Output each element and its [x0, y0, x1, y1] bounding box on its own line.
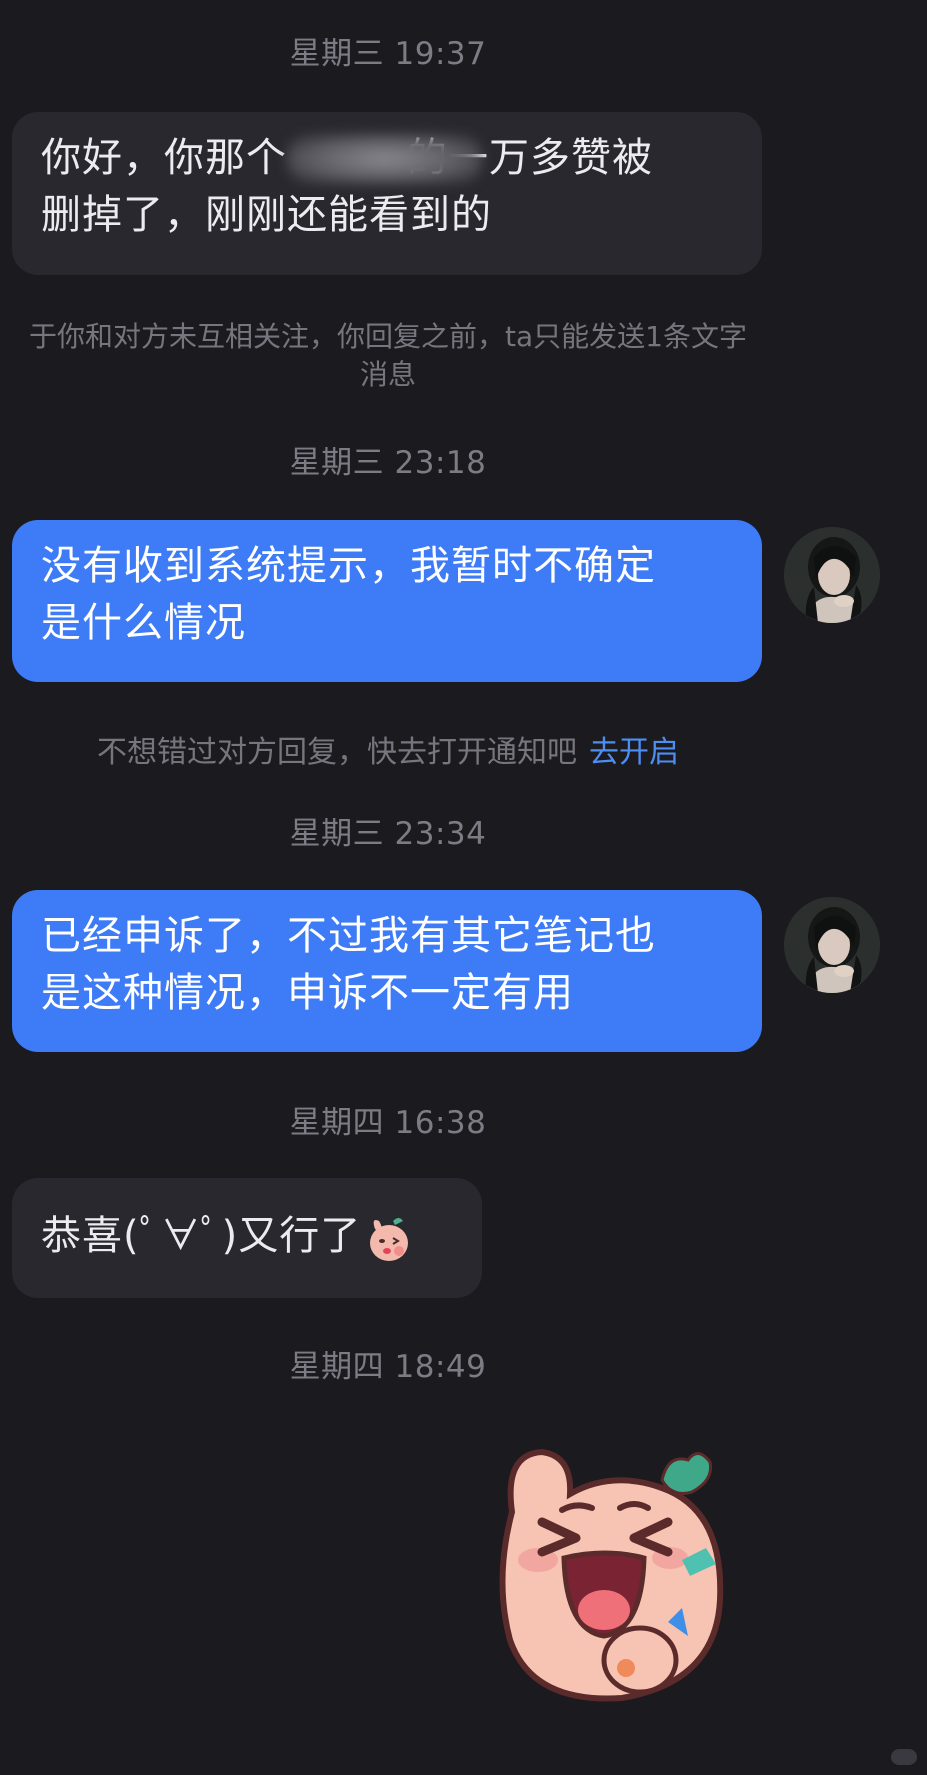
message-line: 是这种情况，申诉不一定有用	[41, 970, 574, 1016]
outgoing-message-bubble[interactable]: 没有收到系统提示，我暂时不确定 是什么情况	[12, 520, 762, 682]
message-line: 是什么情况	[41, 600, 246, 646]
incoming-message-bubble[interactable]: 恭喜(ﾟ∀ﾟ)又行了	[12, 1178, 482, 1298]
notification-prompt: 不想错过对方回复，快去打开通知吧 去开启	[0, 727, 776, 771]
watermark-badge	[891, 1749, 917, 1765]
enable-notifications-link[interactable]: 去开启	[589, 735, 679, 770]
timestamp: 星期四 16:38	[289, 1105, 487, 1141]
outgoing-message-bubble[interactable]: 已经申诉了，不过我有其它笔记也 是这种情况，申诉不一定有用	[12, 890, 762, 1052]
system-notice-line: 消息	[359, 358, 416, 391]
peach-kiss-sticker-icon	[365, 1213, 411, 1263]
message-line: 已经申诉了，不过我有其它笔记也	[41, 913, 656, 959]
message-text: 恭喜(ﾟ∀ﾟ)又行了	[41, 1213, 362, 1259]
user-avatar-icon[interactable]	[784, 897, 880, 993]
timestamp: 星期三 23:18	[289, 445, 487, 481]
user-avatar-icon[interactable]	[784, 527, 880, 623]
notification-prompt-text: 不想错过对方回复，快去打开通知吧	[97, 735, 577, 770]
timestamp: 星期三 23:34	[289, 816, 487, 852]
timestamp: 星期三 19:37	[289, 36, 487, 72]
message-text: 你好，你那个	[41, 135, 287, 181]
redacted-blur	[287, 134, 482, 184]
message-line: 删掉了，刚刚还能看到的	[41, 192, 492, 238]
incoming-message-bubble[interactable]: 你好，你那个 的一万多赞被 删掉了，刚刚还能看到的	[12, 112, 762, 275]
peach-laughing-sticker-icon[interactable]	[492, 1440, 754, 1710]
system-notice-line: 于你和对方未互相关注，你回复之前，ta只能发送1条文字	[29, 320, 747, 353]
system-notice: 于你和对方未互相关注，你回复之前，ta只能发送1条文字 消息	[0, 318, 776, 394]
timestamp: 星期四 18:49	[289, 1349, 487, 1385]
message-line: 没有收到系统提示，我暂时不确定	[41, 543, 656, 589]
